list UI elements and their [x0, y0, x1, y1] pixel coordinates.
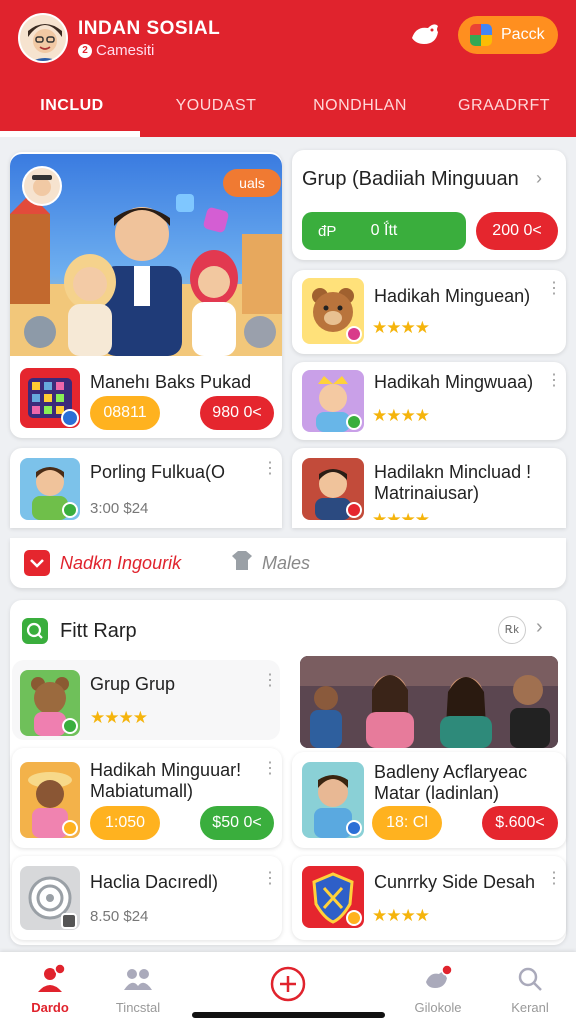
list-item-title: Hadikah Mingwuaa)	[374, 372, 534, 392]
porling-title: Porling Fulkua(O	[90, 462, 226, 482]
people-photo[interactable]	[300, 656, 558, 748]
hero-avatar	[22, 166, 62, 206]
section-title: Fitt Rarp	[60, 620, 137, 642]
price-b[interactable]: $50 0<	[200, 806, 274, 840]
bear-girl-thumbnail	[20, 670, 80, 736]
app-title: INDAN SOSIAL	[78, 18, 221, 39]
tab-youdast[interactable]: YOUDAST	[144, 80, 288, 137]
section-chip[interactable]: Ꭱk	[498, 616, 526, 644]
bird-icon[interactable]	[408, 20, 442, 50]
list-item-title: Cunrrky Side Desah	[374, 872, 536, 892]
google-icon	[470, 24, 492, 46]
section-chip-label: Ꭱk	[505, 623, 519, 636]
kebab-icon[interactable]: ⋮	[262, 673, 278, 689]
nav-item-dardo[interactable]: Dardo	[0, 952, 100, 1024]
star-rating: ★★★★	[90, 708, 148, 727]
nav-item-gilokole[interactable]: Gilokole	[388, 952, 488, 1024]
porling-meta: 3:00 $24	[90, 500, 149, 517]
tab-graadrft[interactable]: GRAADRFT	[432, 80, 576, 137]
tab-indicator	[0, 131, 140, 137]
list-item-title: Grup Grup	[90, 674, 176, 694]
nav-item-keranl[interactable]: Keranl	[480, 952, 576, 1024]
group-green-button[interactable]: đP 0 Ḯtt	[302, 212, 466, 250]
hero-card-title: Manehı Baks Pukad	[90, 372, 252, 392]
add-icon	[270, 966, 306, 1002]
kebab-icon[interactable]: ⋮	[546, 281, 562, 297]
hat-girl-thumbnail	[20, 762, 80, 838]
list-item-title-2: Matar (ladinlan)	[374, 783, 500, 803]
kebab-icon[interactable]: ⋮	[262, 761, 278, 777]
list-item-title-1: Badleny Acflaryeac	[374, 762, 528, 782]
home-indicator	[192, 1012, 385, 1018]
hero-chip-label: uals	[239, 175, 265, 191]
shield-game-thumbnail	[302, 866, 364, 928]
kebab-icon[interactable]: ⋮	[546, 871, 562, 887]
bear-thumbnail	[302, 278, 364, 344]
chevron-right-icon[interactable]: ›	[536, 616, 543, 639]
subtitle-badge: 2	[78, 43, 92, 58]
hero-image[interactable]: uals	[10, 154, 282, 356]
group-card-title: Grup (Badiiah Minguuan	[302, 168, 519, 190]
section-tab-right[interactable]: Males	[262, 553, 310, 574]
search-badge-icon	[22, 618, 48, 644]
top-tabs: INCLUD YOUDAST NONDHLAN GRAADRFT	[0, 80, 576, 137]
tab-includ[interactable]: INCLUD	[0, 80, 144, 137]
game-icon-grid[interactable]	[20, 368, 80, 428]
nav-item-tincstal[interactable]: Tincstal	[88, 952, 188, 1024]
kebab-icon[interactable]: ⋮	[262, 871, 278, 887]
user-avatar[interactable]	[18, 13, 68, 63]
man-thumbnail	[302, 458, 364, 520]
kid-thumbnail	[302, 370, 364, 432]
nav-label: Dardo	[31, 1000, 69, 1015]
pack-button[interactable]: Pacck	[458, 16, 558, 54]
hero-price-b[interactable]: 980 0<	[200, 396, 274, 430]
tab-nondhlan[interactable]: NONDHLAN	[288, 80, 432, 137]
section-tab-left[interactable]: Nadkn Ingourik	[60, 553, 181, 574]
star-rating: ★★★★	[372, 510, 429, 520]
profile-icon	[35, 963, 66, 994]
group-green-label: 0 Ḯtt	[370, 222, 398, 239]
dropdown-icon[interactable]	[24, 550, 50, 576]
subtitle-text: Camesiti	[96, 42, 155, 59]
bird-icon	[423, 964, 453, 994]
pack-button-label: Pacck	[501, 26, 545, 43]
hadilakn-title-1: Hadilakn Mincluad !	[374, 462, 532, 482]
hero-price-a[interactable]: 08811	[90, 396, 160, 430]
speaker-thumbnail	[20, 866, 80, 930]
kebab-icon[interactable]: ⋮	[262, 461, 278, 477]
list-item-title: Hadikah Minguean)	[374, 286, 531, 306]
search-icon	[515, 964, 545, 994]
star-rating: ★★★★	[372, 906, 430, 925]
list-item-title-2: Mabiatumall)	[90, 781, 194, 801]
nav-label: Tincstal	[115, 1000, 161, 1015]
star-rating: ★★★★	[372, 318, 430, 337]
list-item-title: Haclia Dacıredl)	[90, 872, 219, 892]
price-a[interactable]: 18: Cl	[372, 806, 442, 840]
shirt-icon	[228, 548, 256, 574]
app-header: INDAN SOSIAL 2 Camesiti Pacck INCLUD YOU…	[0, 0, 576, 137]
list-item-meta: 8.50 $24	[90, 908, 149, 925]
hadilakn-title-2: Matrinaiusar)	[374, 483, 480, 503]
hero-chip[interactable]: uals	[223, 169, 281, 197]
price-b[interactable]: $.600<	[482, 806, 558, 840]
nav-label: Gilokole	[414, 1000, 462, 1015]
group-icon	[123, 964, 153, 994]
price-a[interactable]: 1:050	[90, 806, 160, 840]
nav-label: Keranl	[511, 1000, 549, 1015]
group-green-icon: đP	[318, 222, 337, 240]
star-rating: ★★★★	[372, 406, 430, 425]
boy-thumbnail	[20, 458, 80, 520]
kebab-icon[interactable]: ⋮	[546, 373, 562, 389]
list-item-title-1: Hadikah Minguuar!	[90, 760, 242, 780]
group-red-button[interactable]: 200 0<	[476, 212, 558, 250]
app-subtitle: 2 Camesiti	[78, 42, 154, 59]
boy-blue-thumbnail	[302, 762, 364, 838]
chevron-right-icon[interactable]: ›	[536, 168, 542, 189]
